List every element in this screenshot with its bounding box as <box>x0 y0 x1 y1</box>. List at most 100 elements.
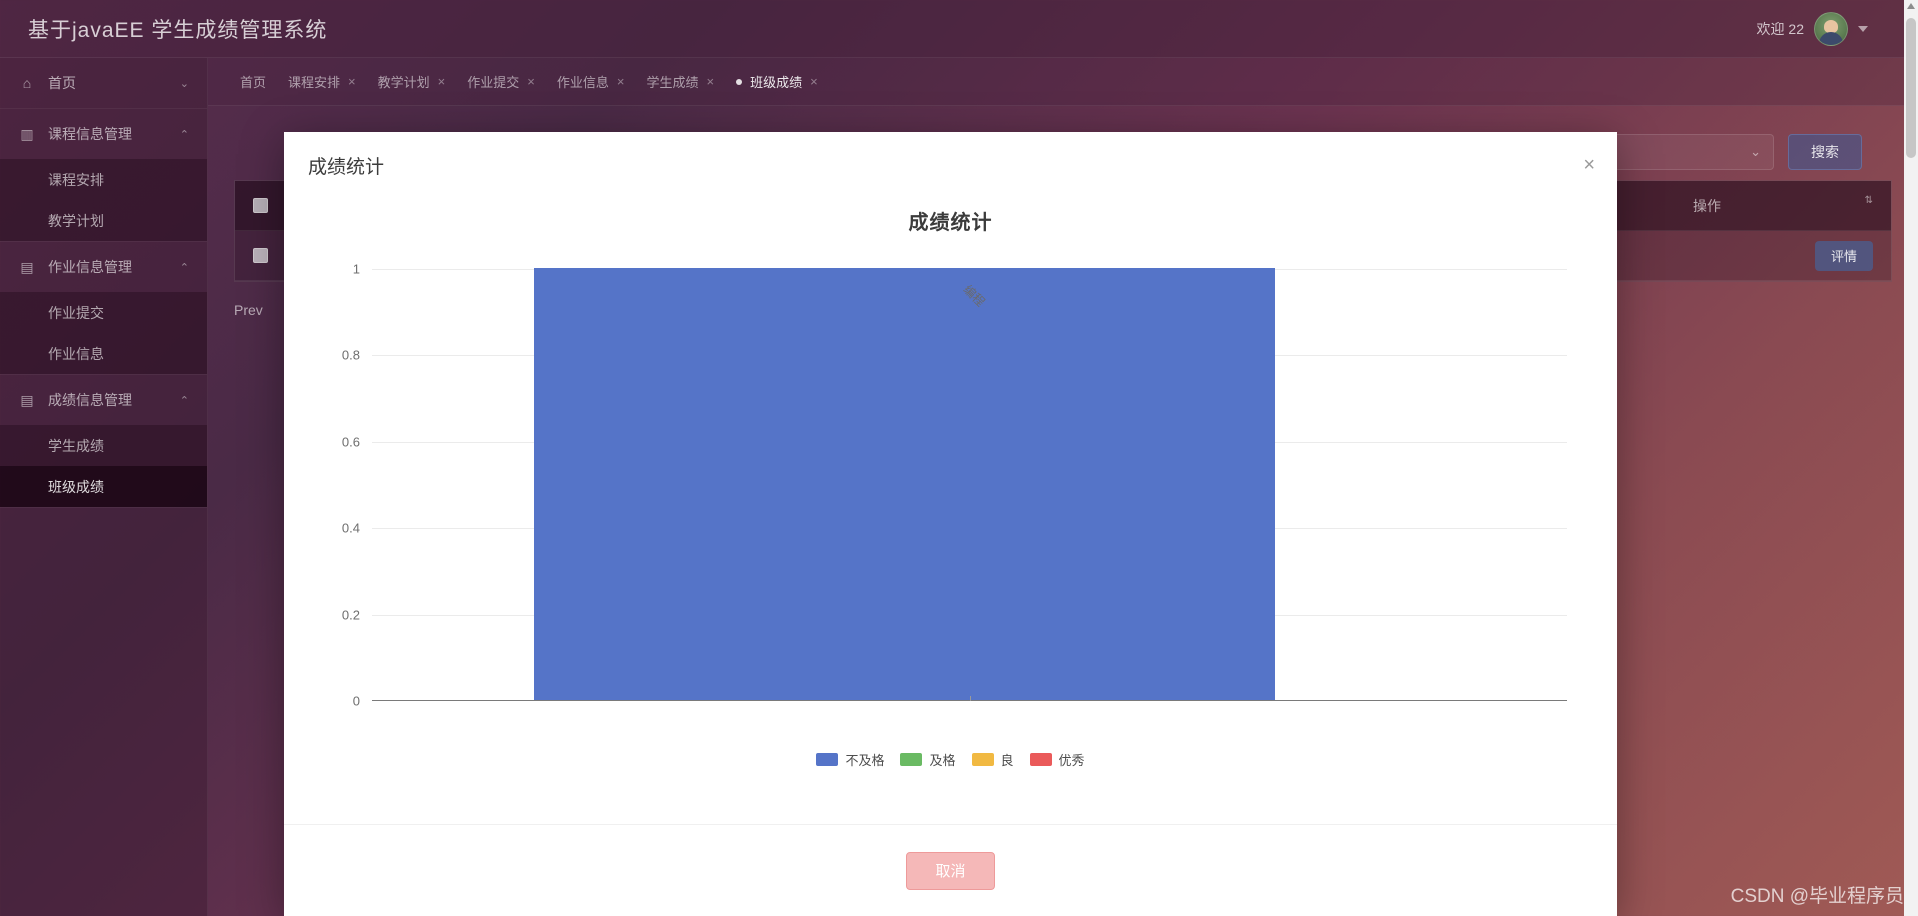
chart-bar[interactable] <box>534 268 1276 700</box>
sidebar-item-label: 首页 <box>48 75 76 91</box>
grades-icon: ▤ <box>20 391 34 408</box>
sidebar-item-homework-management[interactable]: ▤ 作业信息管理 ⌃ <box>0 242 207 292</box>
legend-item[interactable]: 及格 <box>900 750 956 769</box>
chart-legend: 不及格 及格 良 优秀 <box>312 750 1589 769</box>
detail-button[interactable]: 评情 <box>1814 240 1873 271</box>
tab-teaching-plan[interactable]: 教学计划 × <box>368 67 456 97</box>
page-scrollbar[interactable] <box>1904 0 1918 916</box>
legend-label: 优秀 <box>1058 753 1085 768</box>
app-title: 基于javaEE 学生成绩管理系统 <box>28 18 328 42</box>
sort-icon[interactable]: ⇅ <box>1865 195 1873 216</box>
legend-item[interactable]: 不及格 <box>816 750 884 769</box>
sidebar-item-home[interactable]: ⌂ 首页 ⌄ <box>0 58 207 108</box>
chevron-up-icon[interactable]: ⌃ <box>180 394 189 407</box>
sidebar-group-grades: ▤ 成绩信息管理 ⌃ 学生成绩 班级成绩 <box>0 375 207 508</box>
legend-swatch <box>816 753 839 766</box>
tab-label: 作业提交 <box>467 75 520 90</box>
legend-item[interactable]: 优秀 <box>1029 750 1085 769</box>
sidebar-group-course: ▥ 课程信息管理 ⌃ 课程安排 教学计划 <box>0 109 207 242</box>
y-axis-tick-label: 0.6 <box>341 434 360 450</box>
tab-home[interactable]: 首页 <box>230 67 276 97</box>
sidebar-submenu-course: 课程安排 教学计划 <box>0 159 207 241</box>
sidebar-item-course-management[interactable]: ▥ 课程信息管理 ⌃ <box>0 109 207 159</box>
sidebar-item-label: 作业信息管理 <box>48 259 132 275</box>
tab-label: 教学计划 <box>377 75 430 90</box>
sidebar-item-homework-submit[interactable]: 作业提交 <box>0 292 207 333</box>
modal-footer: 取消 <box>284 824 1617 916</box>
welcome-text: 欢迎 22 <box>1756 20 1804 37</box>
sidebar-item-grade-management[interactable]: ▤ 成绩信息管理 ⌃ <box>0 375 207 425</box>
search-button[interactable]: 搜索 <box>1788 134 1862 170</box>
chevron-down-icon[interactable] <box>1858 25 1868 32</box>
legend-label: 及格 <box>929 753 956 768</box>
sidebar-submenu-grades: 学生成绩 班级成绩 <box>0 425 207 507</box>
prev-page-button[interactable]: Prev <box>234 302 263 318</box>
active-tab-dot-icon <box>736 78 743 85</box>
tab-homework-submit[interactable]: 作业提交 × <box>457 67 545 97</box>
scrollbar-thumb[interactable] <box>1906 18 1916 158</box>
y-axis-tick-label: 0.4 <box>341 520 360 536</box>
sidebar-item-teaching-plan[interactable]: 教学计划 <box>0 200 207 241</box>
sidebar-item-label: 课程信息管理 <box>48 126 132 142</box>
y-axis-tick-label: 0.8 <box>341 347 360 363</box>
close-icon[interactable]: × <box>706 74 714 89</box>
tab-student-grades[interactable]: 学生成绩 × <box>636 67 724 97</box>
close-icon[interactable]: × <box>527 74 535 89</box>
sidebar-item-student-grades[interactable]: 学生成绩 <box>0 425 207 466</box>
modal-title: 成绩统计 <box>308 156 385 178</box>
chevron-up-icon[interactable]: ⌃ <box>180 128 189 141</box>
sidebar-group-homework: ▤ 作业信息管理 ⌃ 作业提交 作业信息 <box>0 242 207 375</box>
column-action-label: 操作 <box>1693 197 1721 214</box>
modal-header: 成绩统计 × <box>284 132 1617 198</box>
user-avatar[interactable] <box>1814 11 1848 46</box>
legend-swatch <box>1029 753 1052 766</box>
close-icon[interactable]: × <box>348 74 356 89</box>
watermark: CSDN @毕业程序员 <box>1730 886 1904 907</box>
table-column-action: 操作 ⇅ <box>1693 195 1873 216</box>
sidebar-item-homework-info[interactable]: 作业信息 <box>0 333 207 374</box>
chevron-down-icon: ⌄ <box>1750 144 1761 159</box>
legend-swatch <box>900 753 923 766</box>
sidebar-group-home: ⌂ 首页 ⌄ <box>0 58 207 109</box>
y-axis-tick-label: 1 <box>352 261 360 277</box>
sidebar-submenu-homework: 作业提交 作业信息 <box>0 292 207 374</box>
row-checkbox[interactable] <box>253 248 268 263</box>
legend-label: 不及格 <box>845 753 885 768</box>
y-axis-tick-label: 0.2 <box>341 607 360 623</box>
tasks-icon: ▤ <box>20 258 34 275</box>
legend-item[interactable]: 良 <box>971 750 1014 769</box>
tab-label: 首页 <box>240 75 267 90</box>
tab-label: 作业信息 <box>556 75 609 90</box>
sidebar-item-class-grades[interactable]: 班级成绩 <box>0 466 207 507</box>
sidebar: ⌂ 首页 ⌄ ▥ 课程信息管理 ⌃ 课程安排 教学计划 ▤ 作业信息管理 ⌃ 作… <box>0 58 208 916</box>
x-axis-tick <box>969 696 971 701</box>
book-icon: ▥ <box>20 125 34 142</box>
tab-label: 学生成绩 <box>646 75 699 90</box>
user-menu[interactable]: 欢迎 22 <box>1756 11 1918 46</box>
row-action-cell: 评情 <box>1693 240 1873 271</box>
legend-label: 良 <box>1000 753 1014 768</box>
chevron-up-icon[interactable]: ⌃ <box>180 261 189 274</box>
top-bar: 基于javaEE 学生成绩管理系统 欢迎 22 <box>0 0 1918 58</box>
tab-label: 班级成绩 <box>750 75 803 90</box>
cancel-button[interactable]: 取消 <box>906 851 995 890</box>
sidebar-item-course-schedule[interactable]: 课程安排 <box>0 159 207 200</box>
chart-plot-area: 0 0.2 0.4 0.6 0.8 1 编程 <box>342 262 1567 709</box>
tab-label: 课程安排 <box>288 75 341 90</box>
home-icon: ⌂ <box>22 75 32 91</box>
chart-title: 成绩统计 <box>908 212 993 234</box>
scroll-up-arrow-icon[interactable] <box>1907 3 1915 9</box>
sidebar-item-label: 成绩信息管理 <box>48 392 132 408</box>
close-icon[interactable]: × <box>438 74 446 89</box>
tab-course-schedule[interactable]: 课程安排 × <box>278 67 366 97</box>
legend-swatch <box>971 753 994 766</box>
select-all-checkbox[interactable] <box>253 198 268 213</box>
chevron-down-icon[interactable]: ⌄ <box>180 77 189 90</box>
close-icon[interactable]: × <box>810 74 818 89</box>
close-icon[interactable]: × <box>617 74 625 89</box>
grade-bar-chart: 0 0.2 0.4 0.6 0.8 1 编程 不及格 及格良优秀 <box>312 261 1589 821</box>
close-icon[interactable]: × <box>1583 155 1595 175</box>
app-root: 基于javaEE 学生成绩管理系统 欢迎 22 ⌂ 首页 ⌄ ▥ 课程信息管理 … <box>0 0 1918 916</box>
tab-class-grades[interactable]: 班级成绩 × <box>726 67 828 97</box>
tab-homework-info[interactable]: 作业信息 × <box>547 67 635 97</box>
